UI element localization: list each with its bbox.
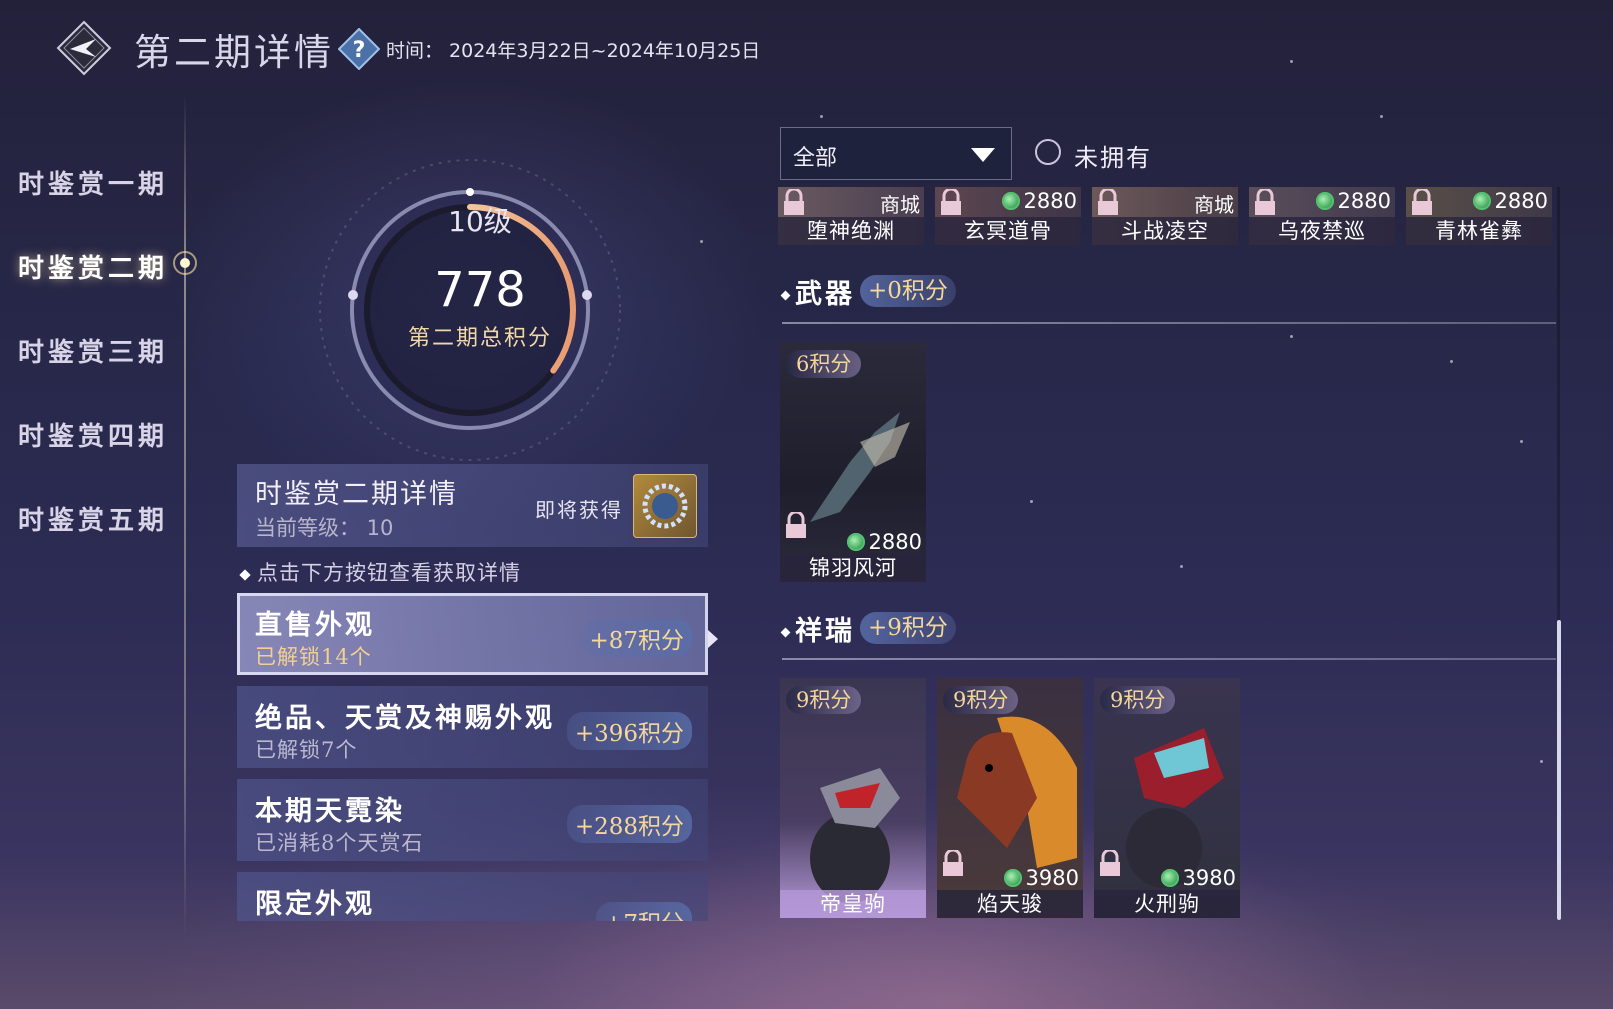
category-list: 直售外观 已解锁14个 +87积分 绝品、天赏及神赐外观 已解锁7个 +396积… bbox=[230, 590, 720, 921]
category-points: +87积分 bbox=[581, 619, 692, 657]
category-premium[interactable]: 绝品、天赏及神赐外观 已解锁7个 +396积分 bbox=[237, 686, 708, 768]
outfit-name: 玄冥道骨 bbox=[935, 217, 1081, 245]
lock-icon bbox=[941, 189, 961, 215]
mount-card[interactable]: 9积分 3980 焰天骏 bbox=[937, 678, 1083, 918]
category-sub: 已解锁14个 bbox=[255, 645, 372, 669]
lock-icon bbox=[784, 189, 804, 215]
sidebar-item-period-5[interactable]: 时鉴赏五期 bbox=[18, 500, 168, 537]
lock-icon bbox=[1412, 189, 1432, 215]
current-level: 当前等级： 10 bbox=[255, 516, 394, 540]
category-name: 限定外观 bbox=[255, 889, 375, 920]
category-name: 本期天霓染 bbox=[255, 796, 405, 827]
outfit-name: 乌夜禁巡 bbox=[1249, 217, 1395, 245]
price: 3980 bbox=[1003, 866, 1079, 890]
category-sub: 已消耗8个天赏石 bbox=[255, 831, 424, 855]
help-button[interactable]: ? bbox=[337, 27, 381, 71]
lock-icon bbox=[1100, 850, 1120, 876]
category-sub: 已解锁7个 bbox=[255, 738, 358, 762]
points-badge: 6积分 bbox=[786, 350, 862, 378]
outfit-card[interactable]: 2880 青林雀彝 bbox=[1406, 187, 1552, 245]
unowned-radio[interactable] bbox=[1035, 139, 1061, 165]
level-label: 10级 bbox=[448, 205, 512, 238]
price: 2880 bbox=[1001, 189, 1077, 213]
section-divider bbox=[782, 322, 1556, 324]
scrollbar-thumb[interactable] bbox=[1557, 620, 1561, 920]
outfit-name: 焰天骏 bbox=[937, 890, 1083, 918]
outfit-card[interactable]: 2880 乌夜禁巡 bbox=[1249, 187, 1395, 245]
page-title: 第二期详情 bbox=[134, 31, 334, 74]
period-detail-card: 时鉴赏二期详情 当前等级： 10 即将获得 bbox=[237, 464, 708, 547]
sidebar-item-period-4[interactable]: 时鉴赏四期 bbox=[18, 416, 168, 453]
section-divider bbox=[782, 658, 1556, 660]
sidebar-item-period-2[interactable]: 时鉴赏二期 bbox=[18, 248, 168, 285]
jade-currency-icon bbox=[1315, 192, 1334, 210]
points-badge: 9积分 bbox=[786, 686, 862, 714]
shop-tag: 商城 bbox=[1194, 193, 1234, 217]
category-name: 绝品、天赏及神赐外观 bbox=[255, 703, 555, 734]
sidebar-item-period-1[interactable]: 时鉴赏一期 bbox=[18, 164, 168, 201]
filter-selected: 全部 bbox=[793, 146, 838, 171]
outfit-card[interactable]: 2880 玄冥道骨 bbox=[935, 187, 1081, 245]
detail-title: 时鉴赏二期详情 bbox=[255, 479, 458, 510]
outfit-name: 青林雀彝 bbox=[1406, 217, 1552, 245]
jade-currency-icon bbox=[1003, 869, 1022, 887]
hint-text: 点击下方按钮查看获取详情 bbox=[239, 557, 521, 587]
category-name: 直售外观 bbox=[255, 610, 375, 641]
jade-currency-icon bbox=[1160, 869, 1179, 887]
question-diamond-icon: ? bbox=[337, 27, 381, 71]
category-dye[interactable]: 本期天霓染 已消耗8个天赏石 +288积分 bbox=[237, 779, 708, 861]
section-points-weapon: +0积分 bbox=[860, 275, 956, 307]
sidebar-item-period-3[interactable]: 时鉴赏三期 bbox=[18, 332, 168, 369]
back-arrow-icon bbox=[56, 20, 112, 76]
event-time-range: 时间： 2024年3月22日~2024年10月25日 bbox=[386, 40, 761, 62]
outfit-card[interactable]: 商城 堕神绝渊 bbox=[778, 187, 924, 245]
points-badge: 9积分 bbox=[943, 686, 1019, 714]
price: 2880 bbox=[1315, 189, 1391, 213]
price: 2880 bbox=[846, 530, 922, 554]
lock-icon bbox=[943, 850, 963, 876]
mount-art-icon bbox=[810, 768, 900, 903]
category-filter-dropdown[interactable]: 全部 bbox=[780, 127, 1012, 180]
upcoming-reward-label: 即将获得 bbox=[535, 498, 623, 522]
outfit-name: 锦羽风河 bbox=[780, 554, 926, 582]
outfit-card[interactable]: 商城 斗战凌空 bbox=[1092, 187, 1238, 245]
chevron-down-icon bbox=[971, 148, 995, 162]
outfit-name: 堕神绝渊 bbox=[778, 217, 924, 245]
lock-icon bbox=[1255, 189, 1275, 215]
back-button[interactable] bbox=[56, 20, 112, 76]
active-marker-icon bbox=[172, 250, 198, 276]
outfit-name: 帝皇驹 bbox=[780, 890, 926, 918]
section-title-weapon: 武器 bbox=[780, 272, 855, 311]
total-score-label: 第二期总积分 bbox=[407, 326, 552, 351]
category-points: +7积分 bbox=[596, 902, 692, 921]
category-points: +396积分 bbox=[566, 712, 692, 750]
points-badge: 9积分 bbox=[1100, 686, 1176, 714]
shop-tag: 商城 bbox=[880, 193, 920, 217]
section-title-mount: 祥瑞 bbox=[780, 609, 855, 648]
jade-currency-icon bbox=[1472, 192, 1491, 210]
outfit-name: 火刑驹 bbox=[1094, 890, 1240, 918]
sidebar-divider bbox=[184, 95, 186, 935]
outfit-name: 斗战凌空 bbox=[1092, 217, 1238, 245]
lock-icon bbox=[786, 512, 806, 538]
jade-currency-icon bbox=[846, 533, 865, 551]
upcoming-reward-icon[interactable] bbox=[633, 474, 697, 538]
weapon-card[interactable]: 6积分 2880 锦羽风河 bbox=[780, 342, 926, 582]
mount-card[interactable]: 9积分 3980 火刑驹 bbox=[1094, 678, 1240, 918]
category-direct-sale[interactable]: 直售外观 已解锁14个 +87积分 bbox=[237, 593, 708, 675]
mount-card[interactable]: 9积分 帝皇驹 bbox=[780, 678, 926, 918]
jade-currency-icon bbox=[1001, 192, 1020, 210]
total-score-value: 778 bbox=[434, 262, 526, 318]
section-points-mount: +9积分 bbox=[860, 612, 956, 644]
unowned-label[interactable]: 未拥有 bbox=[1074, 138, 1152, 173]
price: 3980 bbox=[1160, 866, 1236, 890]
price: 2880 bbox=[1472, 189, 1548, 213]
category-points: +288积分 bbox=[566, 805, 692, 843]
lock-icon bbox=[1098, 189, 1118, 215]
category-limited[interactable]: 限定外观 +7积分 bbox=[237, 872, 708, 921]
svg-text:?: ? bbox=[353, 38, 366, 63]
active-category-arrow-icon bbox=[708, 630, 718, 648]
